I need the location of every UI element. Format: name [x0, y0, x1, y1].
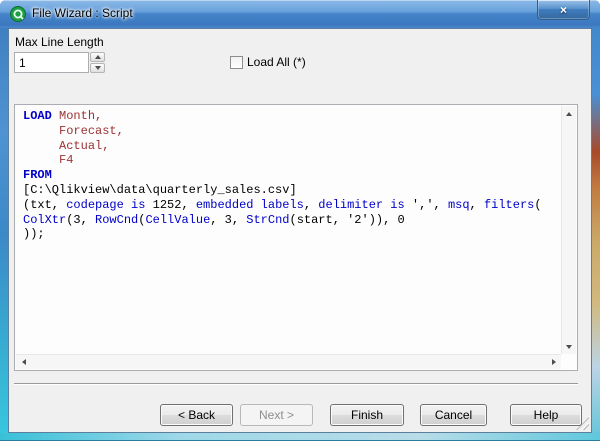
script-text: LOAD Month, Forecast, Actual, F4 FROM [C:\… [17, 107, 560, 353]
code-line: LOAD Month, [23, 109, 560, 124]
finish-button[interactable]: Finish [330, 404, 404, 426]
code-segment: [C:\Qlikview\data\quarterly_sales.csv] [23, 182, 297, 197]
back-button[interactable]: < Back [160, 404, 233, 426]
max-line-length-spinner [90, 52, 105, 73]
code-line: F4 [23, 153, 560, 168]
code-segment: msq [447, 197, 470, 212]
scroll-left-icon [21, 358, 26, 365]
code-segment: codepage is [66, 197, 146, 212]
scroll-right-icon [551, 358, 556, 365]
max-line-length-label: Max Line Length [15, 35, 104, 49]
qlikview-icon [10, 6, 26, 22]
separator-line [14, 383, 578, 385]
load-all-label[interactable]: Load All (*) [247, 55, 306, 69]
code-segment: , [469, 197, 484, 212]
code-line: [C:\Qlikview\data\quarterly_sales.csv] [23, 183, 560, 198]
code-segment: filters [483, 197, 535, 212]
code-line: FROM [23, 168, 560, 183]
scroll-left-button[interactable] [16, 354, 31, 369]
dialog-window: File Wizard : Script × Max Line Length L… [0, 0, 600, 441]
code-segment: , [303, 197, 319, 212]
code-line: ColXtr(3, RowCnd(CellValue, 3, StrCnd(st… [23, 213, 560, 228]
code-line: (txt, codepage is 1252, embedded labels,… [23, 198, 560, 213]
scroll-up-icon [565, 111, 572, 116]
spinner-down-icon [94, 66, 101, 70]
code-segment: (3, [66, 212, 96, 227]
code-segment: Forecast, [59, 123, 124, 138]
window-border-bottom [0, 433, 600, 441]
code-segment: Month, [59, 109, 103, 123]
window-title: File Wizard : Script [32, 6, 133, 20]
code-line: Actual, [23, 139, 560, 154]
code-segment: 1252, [145, 197, 196, 212]
code-segment: delimiter is [318, 197, 405, 212]
code-segment: ( [534, 197, 542, 212]
spinner-up-button[interactable] [90, 52, 105, 62]
window-border-right [592, 28, 600, 441]
code-segment: LOAD [23, 109, 52, 123]
titlebar[interactable]: File Wizard : Script × [0, 0, 600, 28]
load-all-checkbox[interactable] [230, 56, 243, 69]
help-button[interactable]: Help [510, 404, 582, 426]
code-segment: )); [23, 227, 45, 242]
horizontal-scrollbar[interactable] [16, 354, 561, 369]
max-line-length-input[interactable] [14, 52, 89, 73]
close-button[interactable]: × [537, 0, 590, 20]
close-icon: × [559, 2, 567, 17]
code-line: Forecast, [23, 124, 560, 139]
spinner-up-icon [94, 55, 101, 59]
code-segment: CellValue [145, 212, 211, 227]
code-segment: (start, '2')), 0 [289, 212, 405, 227]
code-segment: embedded labels [195, 197, 304, 212]
script-editor[interactable]: LOAD Month, Forecast, Actual, F4 FROM [C:\… [14, 104, 578, 371]
vertical-scrollbar[interactable] [561, 106, 576, 354]
scroll-up-button[interactable] [561, 106, 576, 121]
code-segment: (txt, [23, 197, 67, 212]
code-segment: , 3, [210, 212, 247, 227]
code-line: )); [23, 227, 560, 242]
code-segment: ColXtr [23, 212, 67, 227]
code-segment: StrCnd [246, 212, 290, 227]
scroll-right-button[interactable] [546, 354, 561, 369]
code-segment: FROM [23, 168, 52, 183]
code-segment: RowCnd [95, 212, 139, 227]
cancel-button[interactable]: Cancel [420, 404, 487, 426]
code-segment: F4 [59, 153, 74, 168]
scroll-down-icon [565, 344, 572, 349]
dialog-client-area: Max Line Length Load All (*) LOAD Month,… [8, 28, 592, 433]
code-segment: Actual, [59, 138, 110, 153]
code-segment: ',', [404, 197, 448, 212]
next-button[interactable]: Next > [240, 404, 313, 426]
spinner-down-button[interactable] [90, 63, 105, 73]
scroll-down-button[interactable] [561, 339, 576, 354]
window-border-left [0, 28, 8, 441]
